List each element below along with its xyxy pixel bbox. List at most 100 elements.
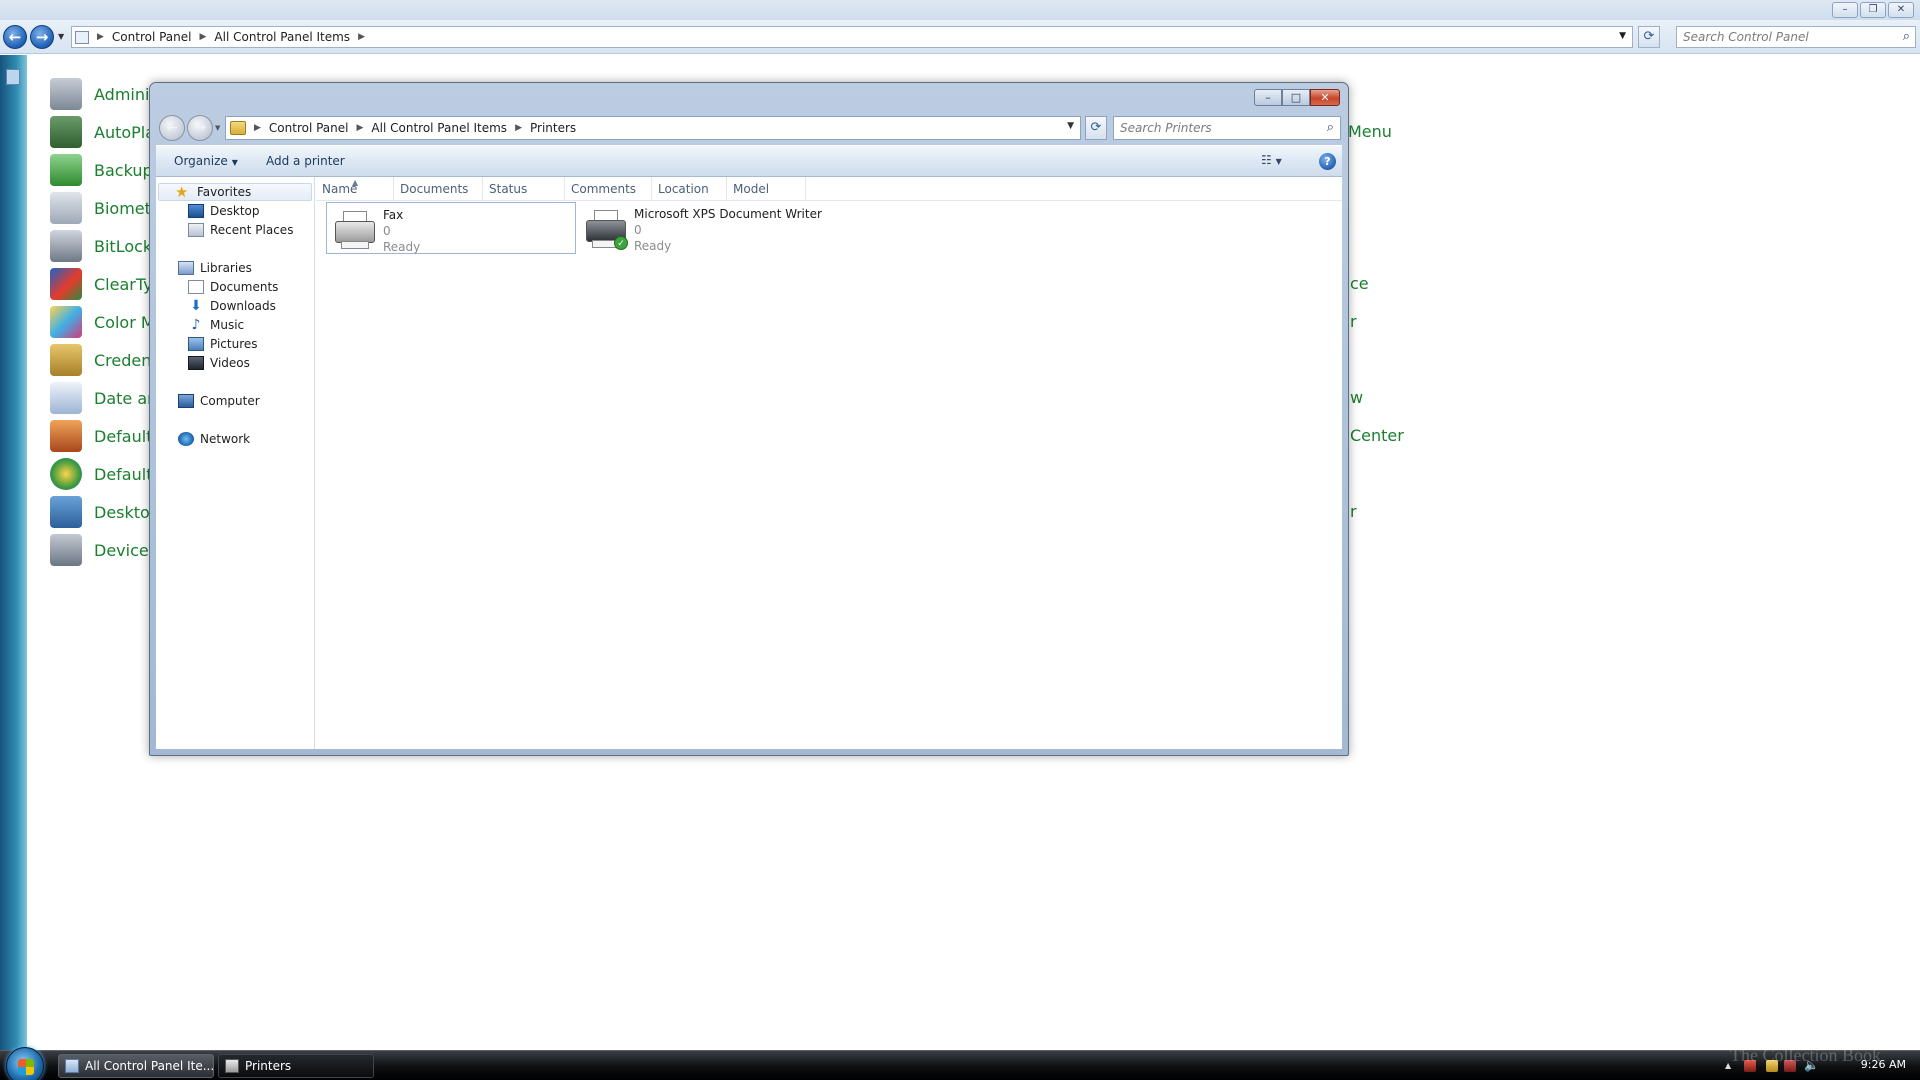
control-panel-icon bbox=[75, 30, 89, 44]
cp-item-right-2[interactable]: ce bbox=[1350, 274, 1369, 293]
printer-item-xps-writer[interactable]: ✓ Microsoft XPS Document Writer 0 Ready bbox=[578, 202, 828, 254]
cp-item-backup[interactable]: Backup bbox=[50, 154, 153, 186]
nav-music[interactable]: ♪ Music bbox=[188, 316, 245, 334]
control-panel-titlebar: – ❐ ✕ bbox=[0, 0, 1920, 20]
search-printers-input[interactable]: Search Printers ⌕ bbox=[1113, 116, 1341, 140]
cp-item-right-3[interactable]: r bbox=[1350, 312, 1357, 331]
address-dropdown[interactable]: ▼ bbox=[1067, 121, 1074, 131]
nav-recent-places[interactable]: Recent Places bbox=[188, 221, 293, 239]
column-header-status[interactable]: Status bbox=[483, 177, 565, 201]
bg-forward-button[interactable]: → bbox=[30, 25, 54, 49]
recent-places-icon bbox=[188, 223, 204, 237]
bg-close-button[interactable]: ✕ bbox=[1888, 2, 1914, 18]
nav-desktop[interactable]: Desktop bbox=[188, 202, 260, 220]
printer-name: Microsoft XPS Document Writer bbox=[634, 207, 822, 221]
printers-folder-icon bbox=[230, 121, 246, 135]
printer-icon bbox=[331, 205, 379, 253]
bg-back-button[interactable]: ← bbox=[3, 25, 27, 49]
cp-item-right-6[interactable]: r bbox=[1350, 502, 1357, 521]
documents-icon bbox=[188, 280, 204, 294]
add-printer-button[interactable]: Add a printer bbox=[266, 154, 345, 168]
bg-breadcrumb-all-items[interactable]: All Control Panel Items bbox=[214, 30, 350, 44]
printer-item-fax[interactable]: Fax 0 Ready bbox=[326, 202, 576, 254]
cp-item-right-1[interactable]: Menu bbox=[1348, 122, 1392, 141]
forward-arrow-icon: → bbox=[35, 28, 49, 46]
column-header-documents[interactable]: Documents bbox=[394, 177, 483, 201]
bg-address-bar[interactable]: ▶ Control Panel ▶ All Control Panel Item… bbox=[71, 26, 1633, 48]
column-header-comments[interactable]: Comments bbox=[565, 177, 652, 201]
column-header-model[interactable]: Model bbox=[727, 177, 806, 201]
control-panel-address-toolbar: ← → ▼ ▶ Control Panel ▶ All Control Pane… bbox=[0, 20, 1920, 54]
cp-item-date-and-time[interactable]: Date an bbox=[50, 382, 157, 414]
breadcrumb-control-panel[interactable]: Control Panel bbox=[269, 121, 349, 135]
nav-computer[interactable]: Computer bbox=[178, 392, 260, 410]
refresh-button[interactable]: ⟳ bbox=[1085, 116, 1107, 140]
cp-item-color-management[interactable]: Color M bbox=[50, 306, 155, 338]
computer-icon bbox=[178, 394, 194, 408]
download-arrow-icon: ⬇ bbox=[190, 298, 202, 314]
cp-item-default-programs[interactable]: Default bbox=[50, 458, 152, 490]
cp-item-credential-manager[interactable]: Credent bbox=[50, 344, 158, 376]
desktop-icon bbox=[188, 204, 204, 218]
printer-documents: 0 bbox=[634, 223, 642, 237]
cp-item-autoplay[interactable]: AutoPla bbox=[50, 116, 155, 148]
refresh-icon: ⟳ bbox=[1090, 120, 1102, 135]
printers-window: – □ ✕ ← → ▼ ▶ Control Panel ▶ All Contro… bbox=[149, 82, 1349, 756]
address-bar[interactable]: ▶ Control Panel ▶ All Control Panel Item… bbox=[225, 116, 1081, 140]
bg-refresh-button[interactable]: ⟳ bbox=[1638, 26, 1660, 48]
cp-item-right-4[interactable]: w bbox=[1350, 388, 1363, 407]
printers-navigation-bar: ← → ▼ ▶ Control Panel ▶ All Control Pane… bbox=[157, 109, 1343, 145]
nav-downloads[interactable]: ⬇ Downloads bbox=[188, 297, 276, 315]
nav-favorites[interactable]: ★ Favorites bbox=[158, 183, 312, 201]
bg-minimize-button[interactable]: – bbox=[1832, 2, 1858, 18]
music-note-icon: ♪ bbox=[191, 317, 201, 333]
cp-item-cleartype[interactable]: ClearTyp bbox=[50, 268, 163, 300]
film-strip-icon bbox=[188, 356, 204, 370]
printer-status: Ready bbox=[634, 239, 672, 253]
magnifier-icon: ⌕ bbox=[1326, 120, 1334, 135]
watermark-text: The Collection Book bbox=[1730, 1045, 1881, 1065]
nav-pictures[interactable]: Pictures bbox=[188, 335, 258, 353]
nav-documents[interactable]: Documents bbox=[188, 278, 278, 296]
nav-libraries[interactable]: Libraries bbox=[178, 259, 252, 277]
nav-videos[interactable]: Videos bbox=[188, 354, 250, 372]
forward-button[interactable]: → bbox=[187, 115, 213, 141]
breadcrumb-printers[interactable]: Printers bbox=[530, 121, 576, 135]
cp-item-administrative-tools[interactable]: Adminis bbox=[50, 78, 158, 110]
cp-item-biometric[interactable]: Biometr bbox=[50, 192, 158, 224]
default-programs-icon bbox=[50, 458, 82, 490]
cleartype-icon bbox=[50, 268, 82, 300]
cp-item-right-5[interactable]: Center bbox=[1350, 426, 1404, 445]
key-icon bbox=[50, 230, 82, 262]
backup-icon bbox=[50, 154, 82, 186]
bg-recent-pages-dropdown[interactable]: ▼ bbox=[58, 32, 64, 41]
help-button[interactable]: ? bbox=[1319, 153, 1336, 170]
admin-tools-icon bbox=[50, 78, 82, 110]
back-button[interactable]: ← bbox=[159, 115, 185, 141]
bg-address-dropdown[interactable]: ▼ bbox=[1619, 31, 1626, 41]
pictures-icon bbox=[188, 337, 204, 351]
cp-item-desktop-gadgets[interactable]: Desktop bbox=[50, 496, 160, 528]
breadcrumb-all-control-panel-items[interactable]: All Control Panel Items bbox=[371, 121, 507, 135]
taskbar-button-control-panel[interactable]: All Control Panel Ite... bbox=[58, 1054, 214, 1078]
nav-network[interactable]: Network bbox=[178, 430, 250, 448]
bg-restore-button[interactable]: ❐ bbox=[1860, 2, 1886, 18]
recent-pages-dropdown[interactable]: ▼ bbox=[215, 124, 220, 132]
taskbar-button-printers[interactable]: Printers bbox=[218, 1054, 374, 1078]
minimize-button[interactable]: – bbox=[1254, 89, 1282, 106]
organize-button[interactable]: Organize ▼ bbox=[174, 154, 238, 168]
column-header-location[interactable]: Location bbox=[652, 177, 727, 201]
windows-logo-icon bbox=[18, 1059, 34, 1075]
printers-content-area: ▲ Name Documents Status Comments Location… bbox=[316, 177, 1342, 749]
cp-item-default-location[interactable]: Default bbox=[50, 420, 152, 452]
column-header-name[interactable]: ▲ Name bbox=[316, 177, 394, 201]
cp-item-bitlocker[interactable]: BitLocke bbox=[50, 230, 161, 262]
close-button[interactable]: ✕ bbox=[1310, 89, 1340, 106]
change-view-button[interactable]: ☷ ▼ bbox=[1261, 153, 1301, 171]
color-management-icon bbox=[50, 306, 82, 338]
bg-search-input[interactable]: Search Control Panel ⌕ bbox=[1676, 26, 1916, 48]
control-panel-icon bbox=[65, 1059, 79, 1073]
start-button[interactable] bbox=[6, 1047, 44, 1080]
bg-breadcrumb-control-panel[interactable]: Control Panel bbox=[112, 30, 192, 44]
maximize-button[interactable]: □ bbox=[1282, 89, 1310, 106]
